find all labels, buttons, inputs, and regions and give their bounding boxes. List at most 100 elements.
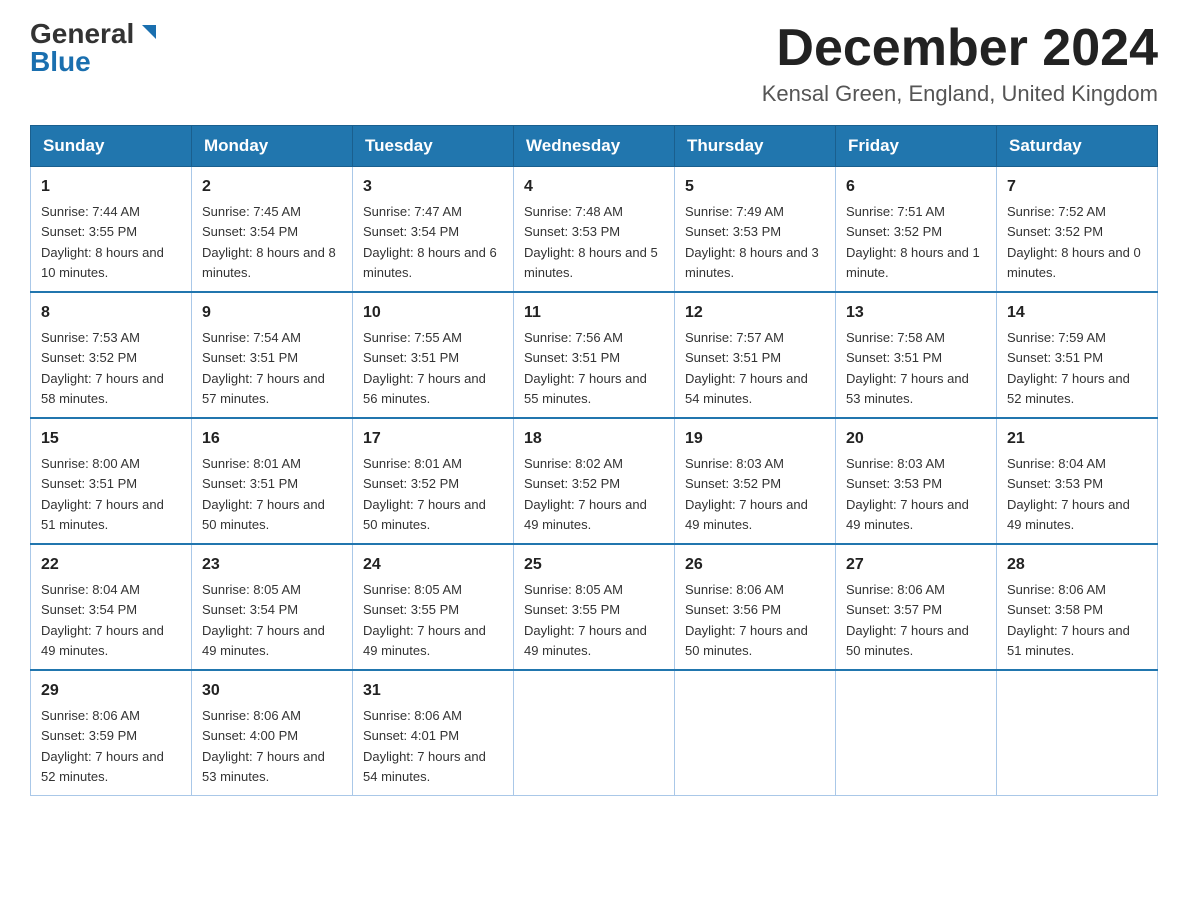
day-info: Sunrise: 8:06 AMSunset: 4:01 PMDaylight:… <box>363 708 486 784</box>
header: General Blue December 2024 Kensal Green,… <box>30 20 1158 107</box>
day-number: 17 <box>363 427 503 451</box>
calendar-cell: 9 Sunrise: 7:54 AMSunset: 3:51 PMDayligh… <box>192 292 353 418</box>
day-info: Sunrise: 8:00 AMSunset: 3:51 PMDaylight:… <box>41 456 164 532</box>
calendar-cell <box>836 670 997 796</box>
day-info: Sunrise: 7:47 AMSunset: 3:54 PMDaylight:… <box>363 204 497 280</box>
day-number: 13 <box>846 301 986 325</box>
col-header-tuesday: Tuesday <box>353 126 514 167</box>
day-info: Sunrise: 8:03 AMSunset: 3:53 PMDaylight:… <box>846 456 969 532</box>
day-number: 31 <box>363 679 503 703</box>
calendar-cell: 12 Sunrise: 7:57 AMSunset: 3:51 PMDaylig… <box>675 292 836 418</box>
calendar-cell: 29 Sunrise: 8:06 AMSunset: 3:59 PMDaylig… <box>31 670 192 796</box>
calendar-cell <box>675 670 836 796</box>
day-number: 18 <box>524 427 664 451</box>
day-number: 28 <box>1007 553 1147 577</box>
day-number: 9 <box>202 301 342 325</box>
day-number: 4 <box>524 175 664 199</box>
calendar-cell: 22 Sunrise: 8:04 AMSunset: 3:54 PMDaylig… <box>31 544 192 670</box>
calendar-cell: 2 Sunrise: 7:45 AMSunset: 3:54 PMDayligh… <box>192 167 353 293</box>
day-info: Sunrise: 8:04 AMSunset: 3:53 PMDaylight:… <box>1007 456 1130 532</box>
logo-triangle-icon <box>138 21 160 43</box>
calendar-cell: 1 Sunrise: 7:44 AMSunset: 3:55 PMDayligh… <box>31 167 192 293</box>
day-info: Sunrise: 8:03 AMSunset: 3:52 PMDaylight:… <box>685 456 808 532</box>
week-row-3: 15 Sunrise: 8:00 AMSunset: 3:51 PMDaylig… <box>31 418 1158 544</box>
day-info: Sunrise: 8:05 AMSunset: 3:55 PMDaylight:… <box>363 582 486 658</box>
day-info: Sunrise: 7:49 AMSunset: 3:53 PMDaylight:… <box>685 204 819 280</box>
logo-blue-text: Blue <box>30 48 91 76</box>
calendar-cell: 14 Sunrise: 7:59 AMSunset: 3:51 PMDaylig… <box>997 292 1158 418</box>
day-number: 23 <box>202 553 342 577</box>
day-number: 2 <box>202 175 342 199</box>
day-number: 5 <box>685 175 825 199</box>
day-number: 6 <box>846 175 986 199</box>
day-info: Sunrise: 7:53 AMSunset: 3:52 PMDaylight:… <box>41 330 164 406</box>
day-number: 19 <box>685 427 825 451</box>
calendar-cell: 30 Sunrise: 8:06 AMSunset: 4:00 PMDaylig… <box>192 670 353 796</box>
calendar-table: SundayMondayTuesdayWednesdayThursdayFrid… <box>30 125 1158 796</box>
day-info: Sunrise: 8:06 AMSunset: 3:59 PMDaylight:… <box>41 708 164 784</box>
day-info: Sunrise: 7:58 AMSunset: 3:51 PMDaylight:… <box>846 330 969 406</box>
day-number: 21 <box>1007 427 1147 451</box>
day-number: 3 <box>363 175 503 199</box>
calendar-cell: 16 Sunrise: 8:01 AMSunset: 3:51 PMDaylig… <box>192 418 353 544</box>
location-title: Kensal Green, England, United Kingdom <box>762 81 1158 107</box>
day-number: 15 <box>41 427 181 451</box>
day-number: 26 <box>685 553 825 577</box>
week-row-4: 22 Sunrise: 8:04 AMSunset: 3:54 PMDaylig… <box>31 544 1158 670</box>
calendar-cell: 19 Sunrise: 8:03 AMSunset: 3:52 PMDaylig… <box>675 418 836 544</box>
col-header-wednesday: Wednesday <box>514 126 675 167</box>
calendar-cell: 28 Sunrise: 8:06 AMSunset: 3:58 PMDaylig… <box>997 544 1158 670</box>
col-header-sunday: Sunday <box>31 126 192 167</box>
calendar-cell: 31 Sunrise: 8:06 AMSunset: 4:01 PMDaylig… <box>353 670 514 796</box>
day-info: Sunrise: 7:52 AMSunset: 3:52 PMDaylight:… <box>1007 204 1141 280</box>
day-number: 10 <box>363 301 503 325</box>
calendar-cell: 7 Sunrise: 7:52 AMSunset: 3:52 PMDayligh… <box>997 167 1158 293</box>
calendar-cell: 21 Sunrise: 8:04 AMSunset: 3:53 PMDaylig… <box>997 418 1158 544</box>
month-title: December 2024 <box>762 20 1158 77</box>
day-number: 11 <box>524 301 664 325</box>
day-info: Sunrise: 7:48 AMSunset: 3:53 PMDaylight:… <box>524 204 658 280</box>
day-info: Sunrise: 7:59 AMSunset: 3:51 PMDaylight:… <box>1007 330 1130 406</box>
day-info: Sunrise: 8:04 AMSunset: 3:54 PMDaylight:… <box>41 582 164 658</box>
calendar-cell: 26 Sunrise: 8:06 AMSunset: 3:56 PMDaylig… <box>675 544 836 670</box>
day-info: Sunrise: 7:56 AMSunset: 3:51 PMDaylight:… <box>524 330 647 406</box>
day-number: 20 <box>846 427 986 451</box>
day-number: 8 <box>41 301 181 325</box>
day-info: Sunrise: 8:01 AMSunset: 3:51 PMDaylight:… <box>202 456 325 532</box>
calendar-cell: 18 Sunrise: 8:02 AMSunset: 3:52 PMDaylig… <box>514 418 675 544</box>
day-info: Sunrise: 7:54 AMSunset: 3:51 PMDaylight:… <box>202 330 325 406</box>
day-info: Sunrise: 8:01 AMSunset: 3:52 PMDaylight:… <box>363 456 486 532</box>
day-number: 30 <box>202 679 342 703</box>
col-header-friday: Friday <box>836 126 997 167</box>
day-number: 22 <box>41 553 181 577</box>
day-number: 12 <box>685 301 825 325</box>
day-info: Sunrise: 8:06 AMSunset: 3:57 PMDaylight:… <box>846 582 969 658</box>
calendar-cell: 3 Sunrise: 7:47 AMSunset: 3:54 PMDayligh… <box>353 167 514 293</box>
day-number: 16 <box>202 427 342 451</box>
calendar-cell: 24 Sunrise: 8:05 AMSunset: 3:55 PMDaylig… <box>353 544 514 670</box>
calendar-cell: 4 Sunrise: 7:48 AMSunset: 3:53 PMDayligh… <box>514 167 675 293</box>
calendar-cell <box>997 670 1158 796</box>
day-number: 24 <box>363 553 503 577</box>
title-area: December 2024 Kensal Green, England, Uni… <box>762 20 1158 107</box>
calendar-cell: 6 Sunrise: 7:51 AMSunset: 3:52 PMDayligh… <box>836 167 997 293</box>
day-info: Sunrise: 7:45 AMSunset: 3:54 PMDaylight:… <box>202 204 336 280</box>
calendar-cell: 5 Sunrise: 7:49 AMSunset: 3:53 PMDayligh… <box>675 167 836 293</box>
day-number: 25 <box>524 553 664 577</box>
day-number: 7 <box>1007 175 1147 199</box>
day-number: 27 <box>846 553 986 577</box>
day-number: 29 <box>41 679 181 703</box>
calendar-cell <box>514 670 675 796</box>
day-info: Sunrise: 7:44 AMSunset: 3:55 PMDaylight:… <box>41 204 164 280</box>
day-info: Sunrise: 8:02 AMSunset: 3:52 PMDaylight:… <box>524 456 647 532</box>
calendar-cell: 15 Sunrise: 8:00 AMSunset: 3:51 PMDaylig… <box>31 418 192 544</box>
calendar-cell: 13 Sunrise: 7:58 AMSunset: 3:51 PMDaylig… <box>836 292 997 418</box>
calendar-cell: 10 Sunrise: 7:55 AMSunset: 3:51 PMDaylig… <box>353 292 514 418</box>
col-header-thursday: Thursday <box>675 126 836 167</box>
logo-general-text: General <box>30 20 134 48</box>
day-number: 14 <box>1007 301 1147 325</box>
calendar-cell: 23 Sunrise: 8:05 AMSunset: 3:54 PMDaylig… <box>192 544 353 670</box>
calendar-cell: 8 Sunrise: 7:53 AMSunset: 3:52 PMDayligh… <box>31 292 192 418</box>
day-info: Sunrise: 7:51 AMSunset: 3:52 PMDaylight:… <box>846 204 980 280</box>
col-header-saturday: Saturday <box>997 126 1158 167</box>
